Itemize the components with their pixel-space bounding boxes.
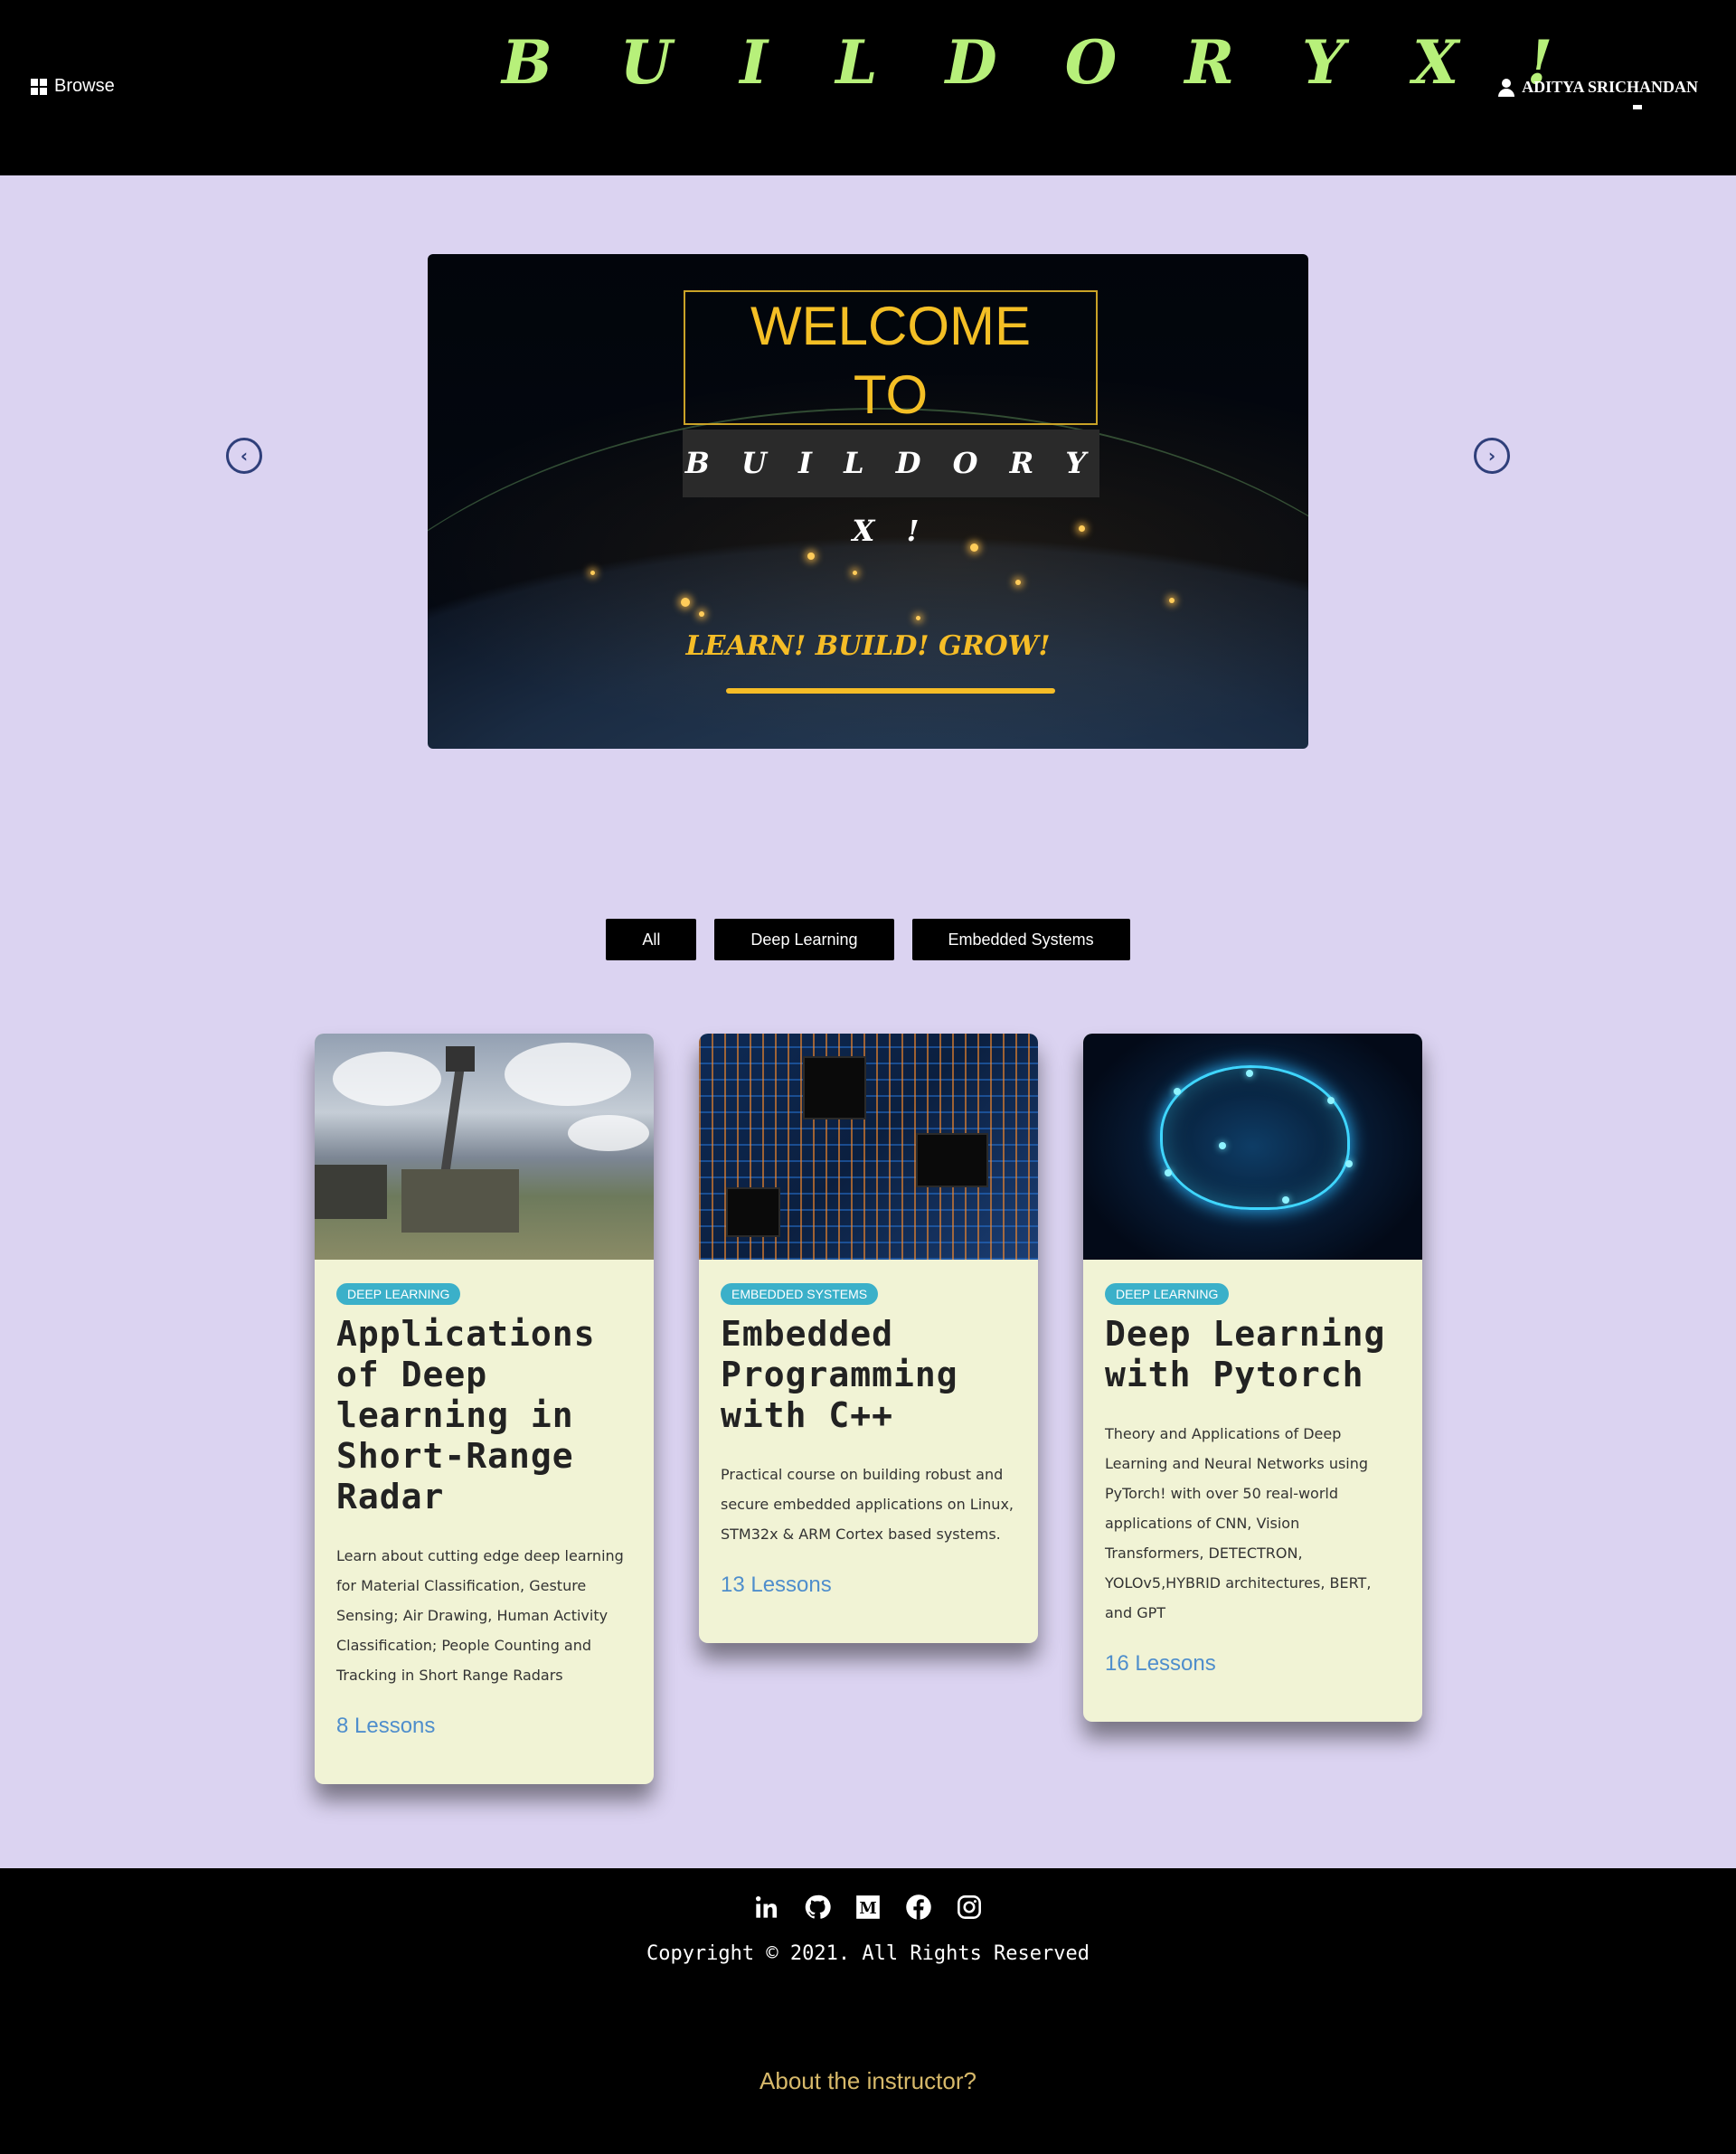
city-light	[681, 598, 690, 607]
category-badge: DEEP LEARNING	[336, 1283, 461, 1305]
city-light	[1169, 598, 1175, 603]
category-badge: EMBEDDED SYSTEMS	[721, 1283, 879, 1305]
filter-deep-learning-button[interactable]: Deep Learning	[714, 919, 894, 960]
chip	[726, 1187, 780, 1237]
node	[1327, 1097, 1335, 1104]
node	[1345, 1160, 1353, 1167]
browse-menu-button[interactable]: Browse	[31, 76, 115, 97]
social-links: M	[0, 1894, 1736, 1921]
carousel-prev-button[interactable]: ‹	[226, 438, 262, 474]
radar-dish	[446, 1046, 475, 1072]
course-card[interactable]: DEEP LEARNING Deep Learning with Pytorch…	[1083, 1034, 1422, 1722]
cloud	[505, 1043, 631, 1106]
lessons-link[interactable]: 16 Lessons	[1105, 1651, 1401, 1677]
course-title[interactable]: Applications of Deep learning in Short-R…	[336, 1314, 632, 1517]
radar-mast	[440, 1060, 466, 1175]
linkedin-icon[interactable]	[753, 1894, 780, 1921]
instagram-icon[interactable]	[956, 1894, 983, 1921]
cloud	[333, 1052, 441, 1106]
hero-carousel: WELCOME TO B U I L D O R Y X ! LEARN! BU…	[428, 254, 1308, 749]
carousel-next-button[interactable]: ›	[1474, 438, 1510, 474]
course-title[interactable]: Embedded Programming with C++	[721, 1314, 1016, 1436]
city-light	[916, 616, 920, 620]
chevron-left-icon: ‹	[240, 445, 249, 467]
user-icon	[1498, 78, 1515, 97]
course-image-brain	[1083, 1034, 1422, 1260]
city-light	[1015, 580, 1021, 585]
course-description: Learn about cutting edge deep learning f…	[336, 1547, 624, 1684]
node	[1165, 1169, 1172, 1176]
cloud	[568, 1115, 649, 1151]
node	[1174, 1088, 1181, 1095]
github-icon[interactable]	[804, 1894, 831, 1921]
medium-icon[interactable]: M	[854, 1894, 882, 1921]
node	[1219, 1142, 1226, 1149]
truck	[315, 1165, 387, 1219]
city-light	[970, 543, 978, 552]
filter-all-button[interactable]: All	[606, 919, 697, 960]
node	[1282, 1196, 1289, 1204]
welcome-banner: WELCOME TO	[684, 290, 1098, 425]
city-light	[590, 571, 595, 575]
city-light	[807, 553, 815, 560]
site-footer: M Copyright © 2021. All Rights Reserved …	[0, 1868, 1736, 2154]
user-menu-button[interactable]: ADITYA SRICHANDAN	[1498, 78, 1698, 97]
course-title[interactable]: Deep Learning with Pytorch	[1105, 1314, 1401, 1395]
city-light	[1079, 525, 1085, 532]
category-badge: DEEP LEARNING	[1105, 1283, 1230, 1305]
user-name: ADITYA SRICHANDAN	[1522, 78, 1698, 96]
course-image-circuit	[699, 1034, 1038, 1260]
city-light	[699, 611, 704, 617]
tagline-underline	[726, 688, 1055, 694]
category-filters: All Deep Learning Embedded Systems	[0, 919, 1736, 960]
welcome-line1: WELCOME	[750, 296, 1032, 356]
carousel-tagline: LEARN! BUILD! GROW!	[685, 630, 1051, 662]
course-image-radar	[315, 1034, 654, 1260]
welcome-line2: TO	[853, 364, 929, 425]
course-card[interactable]: EMBEDDED SYSTEMS Embedded Programming wi…	[699, 1034, 1038, 1643]
city-light	[853, 571, 857, 575]
site-logo[interactable]: B U I L D O R Y X !	[502, 27, 1576, 98]
welcome-brand: B U I L D O R Y X !	[683, 430, 1099, 548]
lessons-link[interactable]: 13 Lessons	[721, 1573, 1016, 1598]
site-header: Browse B U I L D O R Y X ! ADITYA SRICHA…	[0, 0, 1736, 175]
svg-text:M: M	[859, 1900, 876, 1918]
chip	[916, 1133, 988, 1187]
node	[1246, 1070, 1253, 1077]
browse-label: Browse	[54, 76, 115, 96]
filter-embedded-systems-button[interactable]: Embedded Systems	[911, 919, 1130, 960]
course-description: Practical course on building robust and …	[721, 1466, 1014, 1543]
chip	[803, 1056, 866, 1120]
facebook-icon[interactable]	[905, 1894, 932, 1921]
copyright-text: Copyright © 2021. All Rights Reserved	[646, 1942, 1090, 1965]
course-description: Theory and Applications of Deep Learning…	[1105, 1425, 1372, 1621]
lessons-link[interactable]: 8 Lessons	[336, 1714, 632, 1739]
about-instructor-link[interactable]: About the instructor?	[0, 2067, 1736, 2095]
grid-icon	[31, 78, 47, 95]
brain-illustration	[1160, 1065, 1350, 1210]
user-menu-indicator	[1633, 105, 1642, 109]
chevron-right-icon: ›	[1487, 445, 1496, 467]
course-card[interactable]: DEEP LEARNING Applications of Deep learn…	[315, 1034, 654, 1784]
radar-trailer	[401, 1169, 519, 1233]
